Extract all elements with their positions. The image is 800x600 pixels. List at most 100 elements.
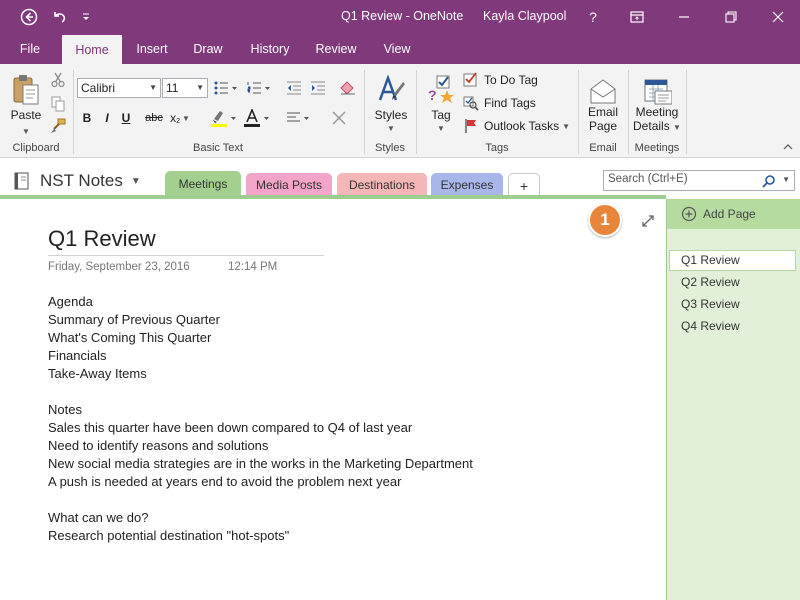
increase-indent-button[interactable] [307,78,329,98]
page-item-q2-review[interactable]: Q2 Review [681,275,740,289]
decrease-indent-button[interactable] [283,78,305,98]
subscript-button[interactable]: x 2 ▼ [169,108,191,128]
format-painter-button[interactable] [48,116,68,136]
tags-group-label: Tags [485,142,509,154]
note-line[interactable]: Need to identify reasons and solutions [48,438,268,453]
close-icon [772,11,784,23]
envelope-icon [590,79,616,104]
page-item-q1-review[interactable]: Q1 Review [681,253,740,267]
strikethrough-button[interactable]: abc [141,108,167,128]
clipboard-group-label: Clipboard [12,142,60,154]
bullets-button[interactable] [211,78,241,98]
numbering-button[interactable] [244,78,274,98]
note-line[interactable]: What's Coming This Quarter [48,330,211,345]
styles-icon [378,73,405,100]
notebook-dropdown[interactable]: NST Notes ▼ [12,169,154,193]
paste-dropdown-button[interactable]: ▼ [18,126,34,136]
section-tab-destinations[interactable]: Destinations [337,173,427,197]
paintbrush-icon [51,118,66,133]
page-title[interactable]: Q1 Review [48,226,156,252]
tag-icon: ? [428,75,454,103]
meeting-details-button[interactable]: Meeting Details ▼ [632,70,682,140]
chevron-down-icon[interactable]: ▼ [782,175,790,184]
delete-button[interactable] [329,108,349,128]
notebook-icon [14,172,29,190]
styles-button[interactable]: Styles ▼ [370,70,412,136]
outlook-tasks-label: Outlook Tasks [484,119,560,133]
note-line[interactable]: Agenda [48,294,93,309]
font-family-dropdown[interactable]: Calibri ▼ [77,78,161,98]
tab-history[interactable]: History [244,34,296,64]
underline-button[interactable]: U [118,108,134,128]
collapse-ribbon-button[interactable] [781,140,795,154]
quick-access-customize-button[interactable] [78,0,94,34]
ribbon-display-options-button[interactable] [622,0,652,34]
font-family-value: Calibri [81,81,116,95]
back-button[interactable] [14,0,44,34]
tab-home[interactable]: Home [62,35,122,65]
page-item-q4-review[interactable]: Q4 Review [681,319,740,333]
search-box[interactable]: Search (Ctrl+E) ▼ [603,170,795,191]
note-line[interactable]: Take-Away Items [48,366,147,381]
eraser-icon [340,81,355,95]
chevron-down-icon: ▼ [387,123,395,133]
note-line[interactable]: Sales this quarter have been down compar… [48,420,412,435]
search-icon [762,175,775,188]
note-line[interactable]: Research potential destination "hot-spot… [48,528,289,543]
minimize-button[interactable] [669,0,699,34]
meeting-details-label-2: Details ▼ [633,119,681,133]
paste-button[interactable]: Paste [8,70,44,126]
tab-draw[interactable]: Draw [188,34,228,64]
font-color-button[interactable] [241,108,273,128]
page-date: Friday, September 23, 2016 [48,261,190,273]
font-color-icon [244,109,269,127]
note-line[interactable]: Summary of Previous Quarter [48,312,220,327]
window-title: Q1 Review - OneNote [341,9,464,23]
cut-button[interactable] [48,70,68,90]
calendar-icon [644,79,672,105]
note-line[interactable]: What can we do? [48,510,148,525]
find-tags-button[interactable]: Find Tags [463,93,543,113]
chevron-down-icon: ▼ [437,123,445,133]
numbered-list-icon [247,82,270,94]
italic-button[interactable]: I [99,108,115,128]
tab-view[interactable]: View [376,34,418,64]
tab-insert[interactable]: Insert [130,34,174,64]
paragraph-alignment-button[interactable] [284,108,314,128]
restore-icon [725,11,737,23]
note-line[interactable]: Notes [48,402,82,417]
todo-tag-button[interactable]: To Do Tag [463,70,543,90]
copy-button[interactable] [48,94,68,114]
clear-formatting-button[interactable] [337,78,359,98]
add-section-tab[interactable]: + [508,173,540,197]
user-name[interactable]: Kayla Claypool [483,9,566,23]
note-line[interactable]: Financials [48,348,107,363]
page-list-pane: Add Page Q1 Review Q2 Review Q3 Review Q… [666,199,800,600]
search-input[interactable]: Search (Ctrl+E) [608,173,688,185]
tag-button[interactable]: ? Tag ▼ [423,70,459,136]
help-button[interactable]: ? [580,0,606,34]
tab-file[interactable]: File [10,34,50,64]
todo-tag-label: To Do Tag [484,73,538,87]
note-line[interactable]: New social media strategies are in the w… [48,456,473,471]
full-page-view-button[interactable] [638,211,658,231]
font-size-dropdown[interactable]: 11 ▼ [162,78,208,98]
close-button[interactable] [763,0,793,34]
checkbox-icon [463,72,477,87]
tag-label: Tag [431,107,451,122]
tab-review[interactable]: Review [311,34,361,64]
email-group-label: Email [589,142,617,154]
note-line[interactable]: A push is needed at years end to avoid t… [48,474,401,489]
section-tab-expenses[interactable]: Expenses [431,173,503,197]
add-page-button[interactable]: Add Page [667,199,800,229]
undo-button[interactable] [46,0,72,34]
page-item-q3-review[interactable]: Q3 Review [681,297,740,311]
chevron-down-icon: ▼ [673,123,681,132]
outlook-tasks-button[interactable]: Outlook Tasks ▼ [463,116,573,136]
restore-button[interactable] [716,0,746,34]
bold-button[interactable]: B [79,108,95,128]
styles-label: Styles [374,107,408,122]
email-page-button[interactable]: Email Page [582,70,624,140]
highlight-color-button[interactable] [208,108,240,128]
section-tab-media-posts[interactable]: Media Posts [246,173,332,197]
